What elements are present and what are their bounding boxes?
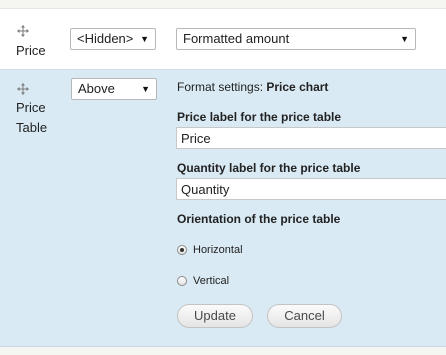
update-button[interactable]: Update [177, 304, 253, 328]
label-display-select-price-table[interactable]: Above ▼ [71, 78, 157, 100]
select-value: Above [78, 81, 115, 96]
chevron-down-icon: ▼ [141, 84, 150, 94]
format-settings-prefix: Format settings: [177, 80, 264, 94]
radio-button-checked[interactable] [177, 245, 187, 255]
quantity-label-field-label: Quantity label for the price table [177, 161, 361, 175]
field-label-price-table-line1: Price [16, 100, 46, 115]
price-label-input[interactable] [176, 127, 446, 149]
format-settings-name: Price chart [266, 80, 329, 94]
bottom-strip [0, 347, 446, 355]
drag-handle-icon[interactable] [17, 83, 29, 95]
field-label-price-table-line2: Table [16, 120, 48, 135]
radio-button-unchecked[interactable] [177, 276, 187, 286]
select-value: <Hidden> [77, 31, 134, 46]
formatter-select-price[interactable]: Formatted amount ▼ [176, 28, 416, 50]
quantity-label-input[interactable] [176, 178, 446, 200]
format-settings-title: Format settings: Price chart [177, 80, 328, 94]
radio-label-horizontal: Horizontal [193, 244, 243, 256]
field-label-price: Price [16, 43, 46, 58]
label-display-select-price[interactable]: <Hidden> ▼ [70, 28, 156, 50]
orientation-label: Orientation of the price table [177, 212, 341, 226]
chevron-down-icon: ▼ [140, 34, 149, 44]
radio-label-vertical: Vertical [193, 275, 230, 287]
chevron-down-icon: ▼ [400, 34, 409, 44]
select-value: Formatted amount [183, 31, 290, 46]
drag-handle-icon[interactable] [17, 25, 29, 37]
cancel-button[interactable]: Cancel [267, 304, 342, 328]
top-strip [0, 0, 446, 9]
price-label-field-label: Price label for the price table [177, 110, 342, 124]
